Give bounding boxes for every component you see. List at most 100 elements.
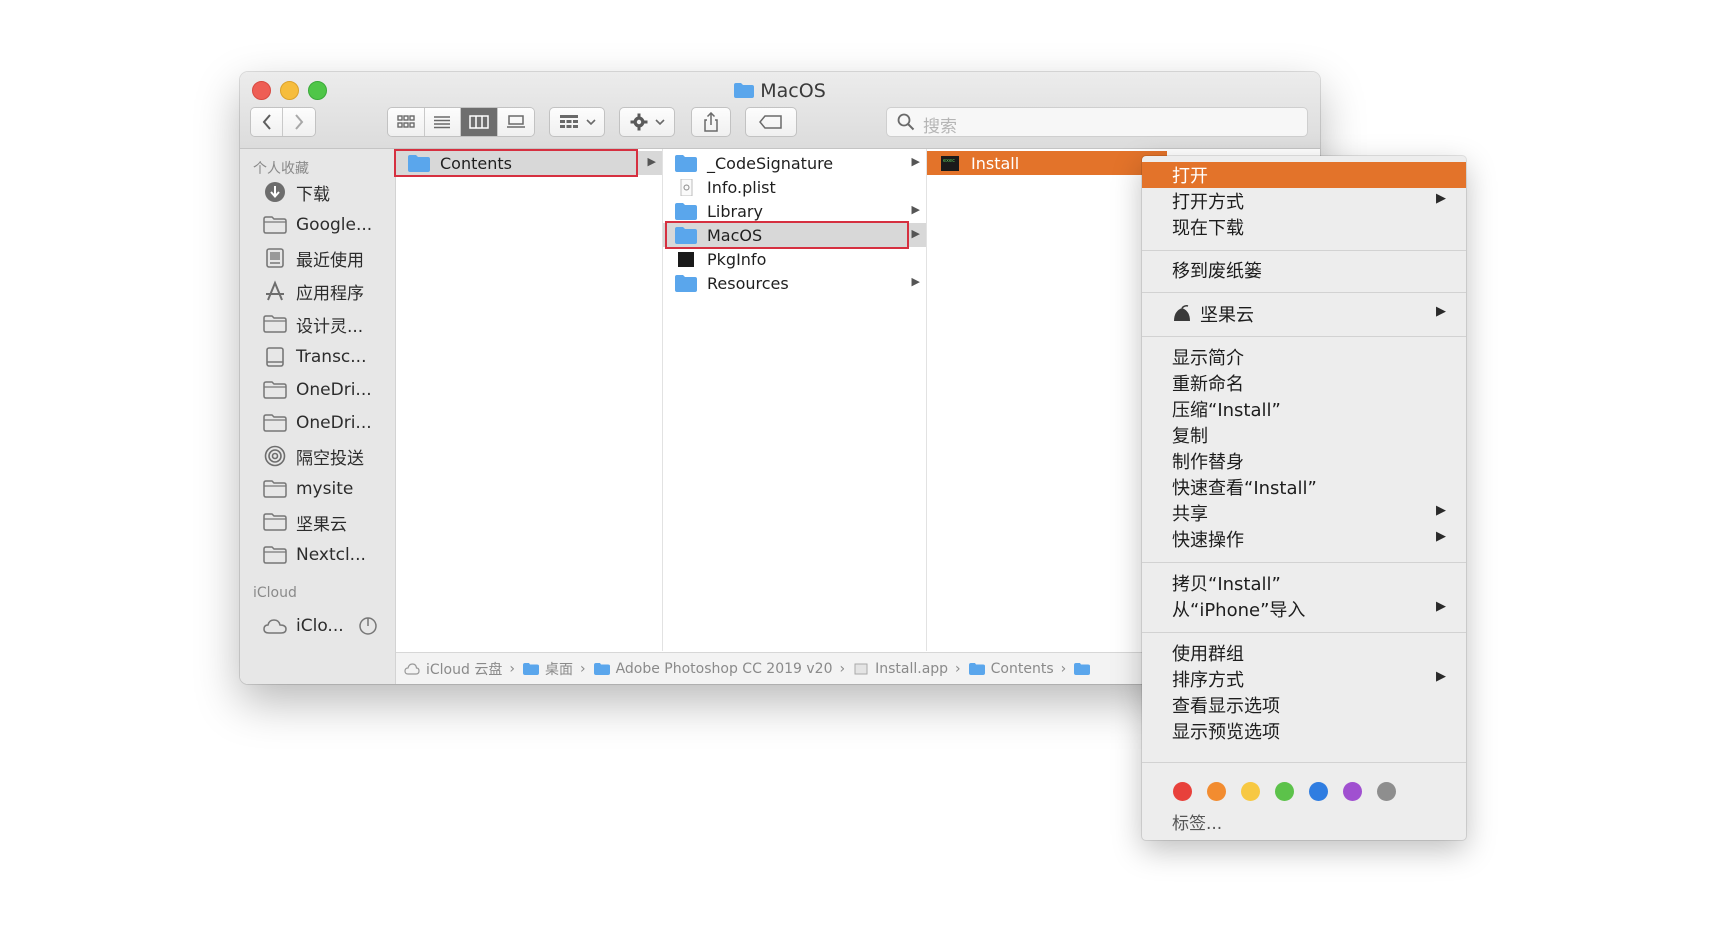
list-item-resources[interactable]: Resources ▶ [663,271,926,295]
menu-item-tags[interactable]: 标签... [1142,808,1466,834]
folder-icon [262,478,288,500]
sidebar-item-onedrive-2[interactable]: OneDri... [262,408,392,438]
tag-color-green[interactable] [1275,782,1294,801]
sidebar-item-design[interactable]: 设计灵... [262,309,392,339]
menu-item-show-preview-options[interactable]: 显示预览选项 [1142,718,1466,744]
sidebar-item-applications[interactable]: 应用程序 [262,276,392,306]
path-segment-install-app[interactable]: Install.app [853,661,948,677]
menu-separator [1142,632,1466,633]
view-mode-control [387,107,535,137]
menu-item-make-alias[interactable]: 制作替身 [1142,448,1466,474]
path-segment-photoshop[interactable]: Adobe Photoshop CC 2019 v20 [593,661,832,677]
list-view-icon [434,116,451,129]
list-item-info-plist[interactable]: Info.plist [663,175,926,199]
menu-separator [1142,292,1466,293]
disk-icon [262,346,288,368]
browser-column-1: Contents ▶ [394,149,663,651]
sidebar-item-airdrop[interactable]: 隔空投送 [262,441,392,471]
sidebar-favorites-header: 个人收藏 [253,161,309,177]
sidebar-item-nextcloud[interactable]: Nextcl... [262,540,392,570]
menu-separator [1142,250,1466,251]
tag-color-yellow[interactable] [1241,782,1260,801]
menu-item-duplicate[interactable]: 复制 [1142,422,1466,448]
sidebar-item-icloud-drive[interactable]: iClo... [262,611,392,641]
menu-item-get-info[interactable]: 显示简介 [1142,344,1466,370]
menu-item-compress[interactable]: 压缩“Install” [1142,396,1466,422]
folder-icon [262,313,288,335]
search-input[interactable]: 搜索 [886,107,1308,137]
list-item-install[interactable]: exec Install [927,151,1167,175]
sidebar-item-google[interactable]: Google... [262,210,392,240]
sidebar-item-jianguoyun[interactable]: 坚果云 [262,507,392,537]
path-separator: › [839,661,846,677]
folder-icon [262,544,288,566]
icon-view-button[interactable] [388,108,425,136]
list-item-pkginfo[interactable]: PkgInfo [663,247,926,271]
forward-button[interactable] [283,108,315,136]
share-button[interactable] [691,107,731,137]
folder-icon [675,154,697,172]
folder-icon [734,83,755,98]
disclosure-arrow-icon: ▶ [911,275,920,288]
sidebar-item-downloads[interactable]: 下载 [262,177,392,207]
action-menu-button[interactable] [619,107,675,137]
sidebar-item-recents[interactable]: 最近使用 [262,243,392,273]
nav-buttons [250,107,316,137]
sidebar-item-onedrive-1[interactable]: OneDri... [262,375,392,405]
group-by-button[interactable] [549,107,605,137]
cloud-icon [262,615,288,637]
submenu-arrow-icon: ▶ [1436,669,1446,684]
tags-button[interactable] [745,107,797,137]
menu-item-open[interactable]: 打开 [1142,162,1466,188]
plist-file-icon [680,178,693,196]
menu-separator [1142,762,1466,763]
menu-item-move-to-trash[interactable]: 移到废纸篓 [1142,257,1466,283]
list-item-macos[interactable]: MacOS ▶ [663,223,926,247]
disclosure-arrow-icon: ▶ [647,155,656,168]
menu-item-quick-look[interactable]: 快速查看“Install” [1142,474,1466,500]
path-segment-macos[interactable] [1074,663,1096,675]
gallery-view-icon [506,115,525,128]
menu-item-open-with[interactable]: 打开方式 ▶ [1142,188,1466,214]
search-placeholder: 搜索 [923,117,957,137]
binary-file-icon [678,251,694,267]
gallery-view-button[interactable] [497,108,534,136]
back-button[interactable] [251,108,284,136]
menu-item-share[interactable]: 共享 ▶ [1142,500,1466,526]
tag-color-blue[interactable] [1309,782,1328,801]
menu-item-use-groups[interactable]: 使用群组 [1142,640,1466,666]
context-menu: 打开 打开方式 ▶ 现在下载 移到废纸篓 坚果云 ▶ 显示简介 重新命名 压缩“… [1142,156,1466,840]
path-segment-desktop[interactable]: 桌面 [522,659,573,679]
tag-icon [759,115,782,129]
menu-item-quick-actions[interactable]: 快速操作 ▶ [1142,526,1466,552]
menu-item-sort-by[interactable]: 排序方式 ▶ [1142,666,1466,692]
gear-icon [630,113,647,131]
list-view-button[interactable] [424,108,461,136]
path-segment-icloud[interactable]: iCloud 云盘 [404,659,502,679]
cloud-icon [404,663,420,675]
folder-icon [675,274,697,292]
menu-item-copy[interactable]: 拷贝“Install” [1142,570,1466,596]
list-item-contents[interactable]: Contents ▶ [396,151,662,175]
executable-icon: exec [941,155,959,171]
tag-color-orange[interactable] [1207,782,1226,801]
tag-color-red[interactable] [1173,782,1192,801]
tag-color-purple[interactable] [1343,782,1362,801]
list-item-codesignature[interactable]: _CodeSignature ▶ [663,151,926,175]
path-segment-contents[interactable]: Contents [968,661,1054,677]
menu-item-show-view-options[interactable]: 查看显示选项 [1142,692,1466,718]
menu-item-download-now[interactable]: 现在下载 [1142,214,1466,240]
sidebar-item-mysite[interactable]: mysite [262,474,392,504]
chevron-right-icon [295,114,304,130]
menu-item-import-from-iphone[interactable]: 从“iPhone”导入 ▶ [1142,596,1466,622]
list-item-library[interactable]: Library ▶ [663,199,926,223]
disclosure-arrow-icon: ▶ [911,203,920,216]
menu-item-jianguoyun[interactable]: 坚果云 ▶ [1142,301,1466,327]
tag-color-gray[interactable] [1377,782,1396,801]
column-view-button[interactable] [461,108,498,136]
submenu-arrow-icon: ▶ [1436,304,1446,319]
menu-item-rename[interactable]: 重新命名 [1142,370,1466,396]
sidebar-item-transcend[interactable]: Transc... [262,342,392,372]
svg-text:exec: exec [943,158,955,164]
folder-icon [968,663,985,675]
